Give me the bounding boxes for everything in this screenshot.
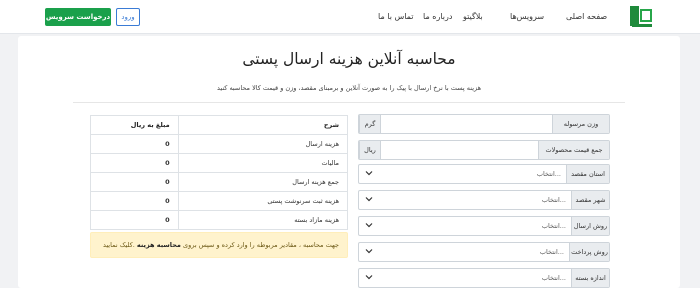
nav-link-blog[interactable]: بلاگیتو [463, 12, 483, 21]
table-row: 0 مالیات [90, 153, 349, 173]
chevron-down-icon [365, 223, 373, 228]
logo-icon[interactable] [628, 5, 656, 29]
dest-province-value: انتخاب... [536, 170, 561, 178]
row-amount: 0 [90, 153, 179, 173]
divider [73, 102, 625, 103]
weight-label: وزن مرسوله [552, 115, 609, 133]
package-size-select[interactable]: اندازه بسته انتخاب... [358, 268, 610, 288]
table-row: 0 هزینه مازاد بسته [90, 210, 349, 230]
payment-method-label: روش پرداخت [569, 243, 609, 261]
dest-city-select[interactable]: شهر مقصد انتخاب... [358, 190, 610, 210]
amount-header: مبلغ به ریال [90, 115, 179, 135]
payment-method-select[interactable]: روش پرداخت انتخاب... [358, 242, 610, 262]
table-row: 0 هزینه ارسال [90, 134, 349, 154]
alert-bold-text: محاسبه هزینه [136, 241, 181, 249]
chevron-down-icon [365, 275, 373, 280]
row-amount: 0 [90, 191, 179, 211]
package-size-label: اندازه بسته [571, 269, 609, 287]
row-description: هزینه ارسال [177, 134, 349, 154]
page-subtitle: هزینه پست با نرخ ارسال با پیک را به صورت… [216, 84, 482, 92]
table-header-row: مبلغ به ریال شرح [90, 115, 349, 135]
table-row: 0 جمع هزینه ارسال [90, 172, 349, 192]
nav-link-home[interactable]: صفحه اصلی [566, 12, 607, 21]
info-alert: کلیک نمایید. محاسبه هزینه جهت محاسبه ، م… [90, 232, 348, 258]
dest-city-value: انتخاب... [541, 196, 566, 204]
payment-method-value: انتخاب... [539, 248, 564, 256]
shipping-method-select[interactable]: روش ارسال انتخاب... [358, 216, 610, 236]
alert-text-after: کلیک نمایید. [102, 241, 135, 249]
page-title: محاسبه آنلاین هزینه ارسال پستی [242, 50, 456, 68]
shipping-method-value: انتخاب... [541, 222, 566, 230]
weight-unit: گرم [359, 115, 381, 133]
row-description: مالیات [177, 153, 349, 173]
nav-link-about[interactable]: درباره ما [423, 12, 452, 21]
dest-city-label: شهر مقصد [571, 191, 609, 209]
description-header: شرح [177, 115, 349, 135]
total-price-field[interactable]: جمع قیمت محصولات ریال [358, 140, 610, 160]
chevron-down-icon [365, 249, 373, 254]
row-amount: 0 [90, 210, 179, 230]
total-price-unit: ریال [359, 141, 381, 159]
total-price-label: جمع قیمت محصولات [538, 141, 609, 159]
top-navbar: صفحه اصلی سرویس‌ها بلاگیتو درباره ما تما… [0, 0, 700, 34]
chevron-down-icon [365, 171, 373, 176]
row-description: هزینه مازاد بسته [177, 210, 349, 230]
alert-text-before: جهت محاسبه ، مقادیر مربوطه را وارد کرده … [183, 241, 339, 249]
nav-link-services[interactable]: سرویس‌ها [510, 12, 544, 21]
row-amount: 0 [90, 172, 179, 192]
row-description: هزینه ثبت سرنوشت پستی [177, 191, 349, 211]
shipping-method-label: روش ارسال [571, 217, 609, 235]
package-size-value: انتخاب... [541, 274, 566, 282]
cost-table: مبلغ به ریال شرح 0 هزینه ارسال 0 مالیات … [90, 115, 349, 230]
request-service-button[interactable]: درخواست سرویس [45, 8, 111, 26]
row-description: جمع هزینه ارسال [177, 172, 349, 192]
weight-field[interactable]: وزن مرسوله گرم [358, 114, 610, 134]
nav-link-contact[interactable]: تماس با ما [378, 12, 414, 21]
dest-province-select[interactable]: استان مقصد انتخاب... [358, 164, 610, 184]
table-row: 0 هزینه ثبت سرنوشت پستی [90, 191, 349, 211]
row-amount: 0 [90, 134, 179, 154]
login-button[interactable]: ورود [116, 8, 140, 26]
calculator-card: محاسبه آنلاین هزینه ارسال پستی هزینه پست… [18, 36, 680, 288]
dest-province-label: استان مقصد [566, 165, 609, 183]
chevron-down-icon [365, 197, 373, 202]
